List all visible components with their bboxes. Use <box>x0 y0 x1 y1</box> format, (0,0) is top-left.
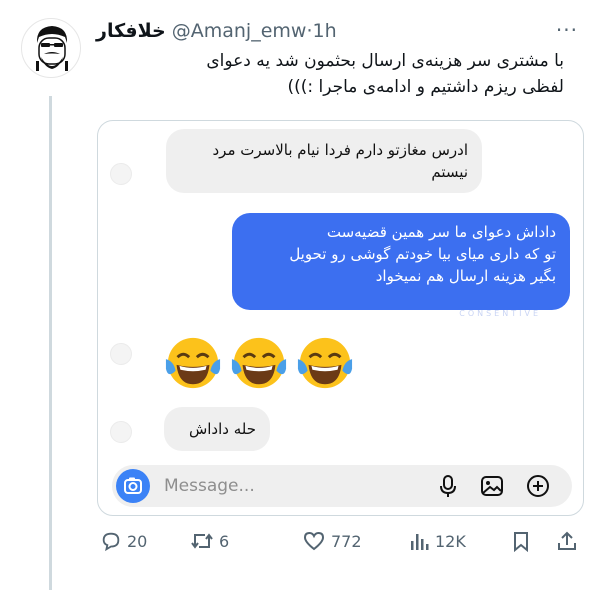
handle[interactable]: @Amanj_emw <box>172 20 307 42</box>
thread-line <box>49 96 52 590</box>
display-name[interactable]: خلافکار <box>96 20 166 42</box>
heart-icon <box>303 531 325 551</box>
timestamp[interactable]: 1h <box>313 20 337 42</box>
joy-emoji <box>231 337 287 389</box>
outgoing-message-line: بگیر هزینه ارسال هم نمیخواد <box>375 267 556 285</box>
gallery-icon[interactable] <box>478 472 506 500</box>
author-line[interactable]: خلافکار @Amanj_emw·1h <box>96 20 337 42</box>
tweet-text: با مشتری سر هزینه‌ی ارسال بحثمون شد یه د… <box>96 48 564 100</box>
views-icon <box>411 534 429 550</box>
comment-icon <box>102 532 120 552</box>
retweet-icon <box>191 533 213 549</box>
bookmark-button[interactable] <box>510 528 532 554</box>
watermark: CONSENTIVE <box>459 309 541 318</box>
add-icon[interactable] <box>524 472 552 500</box>
tweet-actions: 20 6 772 12K <box>96 528 586 554</box>
joy-emoji <box>165 337 221 389</box>
tweet-header: خلافکار @Amanj_emw·1h ··· <box>96 16 584 44</box>
view-count: 12K <box>435 531 466 551</box>
contact-avatar <box>110 421 132 443</box>
joy-emoji <box>297 337 353 389</box>
views-button[interactable]: 12K <box>408 528 466 554</box>
like-count: 772 <box>331 531 362 551</box>
outgoing-message-line: تو که داری میای بیا خودتم گوشی رو تحویل <box>289 245 556 263</box>
more-options-button[interactable]: ··· <box>556 18 578 42</box>
contact-avatar <box>110 343 132 365</box>
bookmark-icon <box>514 532 528 552</box>
avatar-face-icon <box>36 26 68 71</box>
attached-screenshot[interactable]: ادرس مغازتو دارم فردا نیام بالاسرت مرد ن… <box>97 120 584 516</box>
retweet-count: 6 <box>219 531 230 551</box>
incoming-message: حله داداش <box>164 407 270 451</box>
contact-avatar <box>110 163 132 185</box>
avatar[interactable] <box>21 18 81 78</box>
camera-icon <box>124 477 142 494</box>
mic-icon[interactable] <box>434 472 462 500</box>
reply-button[interactable]: 20 <box>100 528 147 554</box>
retweet-button[interactable]: 6 <box>190 528 229 554</box>
message-composer[interactable]: Message... <box>112 465 572 507</box>
camera-button[interactable] <box>116 469 150 503</box>
outgoing-message-line: داداش دعوای ما سر همین قضیه‌ست <box>326 223 556 241</box>
message-input[interactable]: Message... <box>164 476 255 496</box>
share-icon <box>558 531 576 550</box>
tweet-text-line: با مشتری سر هزینه‌ی ارسال بحثمون شد یه د… <box>206 51 564 71</box>
share-button[interactable] <box>556 528 578 554</box>
outgoing-message: داداش دعوای ما سر همین قضیه‌ست تو که دار… <box>232 213 570 310</box>
incoming-message: ادرس مغازتو دارم فردا نیام بالاسرت مرد ن… <box>166 129 482 193</box>
tweet-text-line: لفظی ریزم داشتیم و ادامه‌ی ماجرا :))) <box>287 77 564 97</box>
like-button[interactable]: 772 <box>302 528 362 554</box>
reply-count: 20 <box>127 531 148 551</box>
emoji-row <box>164 334 354 394</box>
